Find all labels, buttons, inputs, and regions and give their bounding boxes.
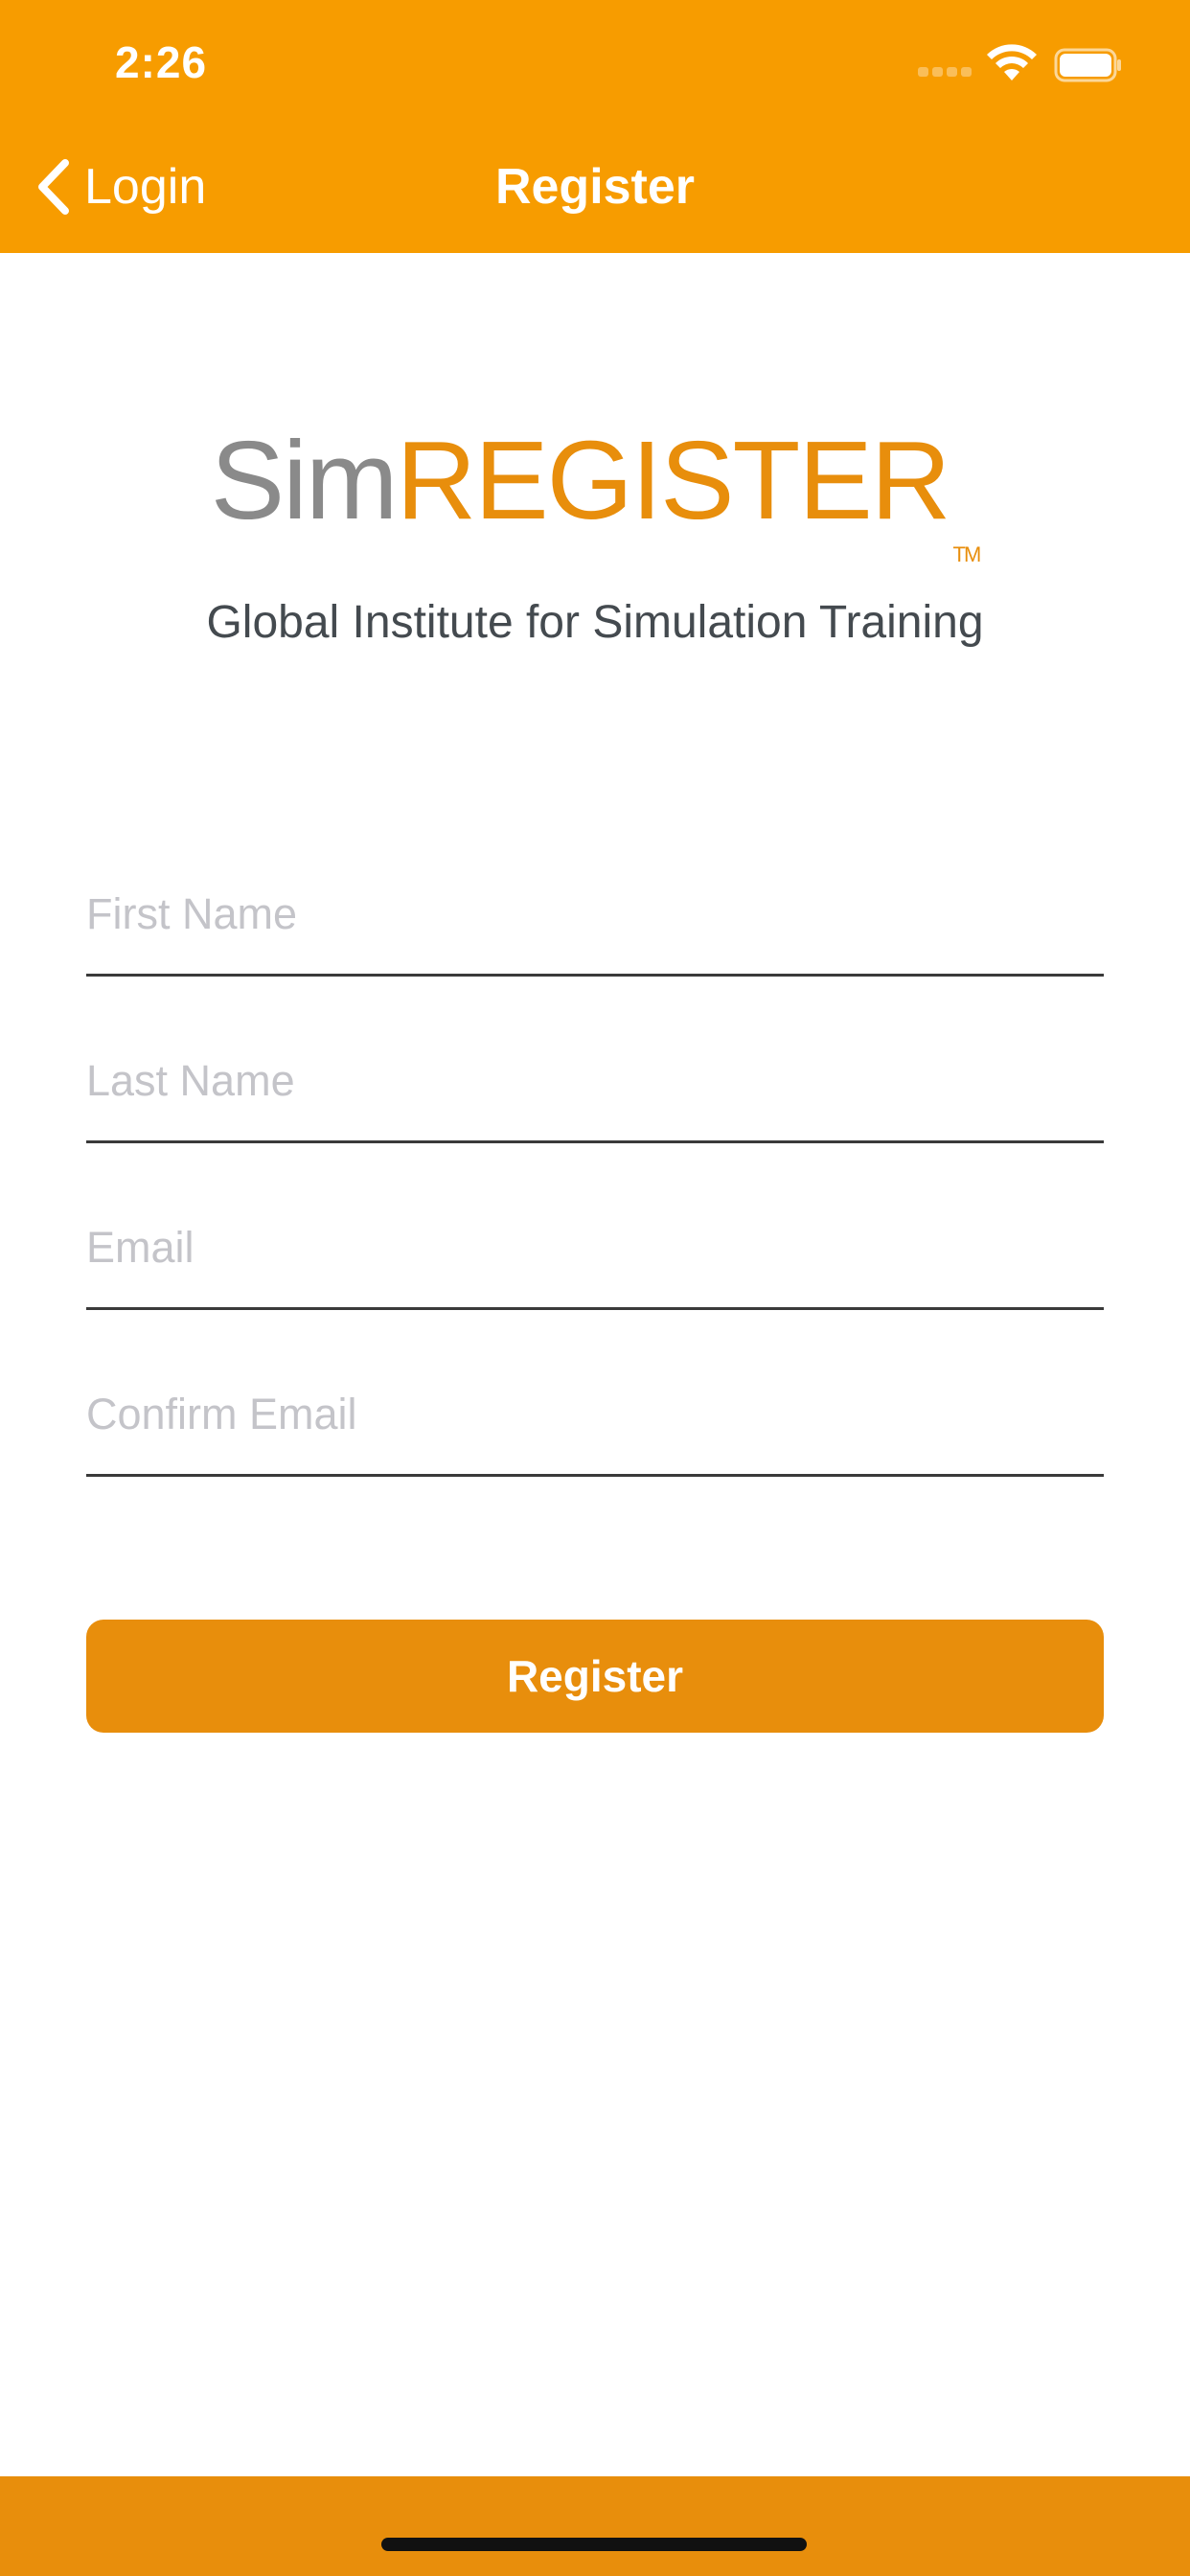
last-name-input[interactable] (86, 1056, 1104, 1106)
simregister-logo: SimREGISTERTM (0, 418, 1190, 566)
email-field (86, 1211, 1104, 1310)
home-indicator[interactable] (381, 2538, 807, 2551)
confirm-email-input[interactable] (86, 1390, 1104, 1439)
register-button[interactable]: Register (86, 1620, 1104, 1733)
footer-bar (0, 2476, 1190, 2576)
battery-icon (1054, 48, 1121, 82)
logo-trademark: TM (952, 542, 982, 566)
institute-subtitle: Global Institute for Simulation Training (206, 597, 984, 648)
confirm-email-field (86, 1378, 1104, 1477)
first-name-input[interactable] (86, 889, 1104, 939)
wifi-icon (987, 44, 1037, 80)
logo-prefix: Sim (210, 418, 399, 542)
status-time: 2:26 (115, 37, 208, 87)
cellular-signal-icon (918, 67, 975, 79)
last-name-field (86, 1045, 1104, 1143)
first-name-field (86, 878, 1104, 977)
nav-title: Register (494, 159, 696, 215)
logo-main: REGISTER (396, 418, 951, 542)
header: 2:26 Login Register (0, 0, 1190, 253)
email-input[interactable] (86, 1223, 1104, 1273)
